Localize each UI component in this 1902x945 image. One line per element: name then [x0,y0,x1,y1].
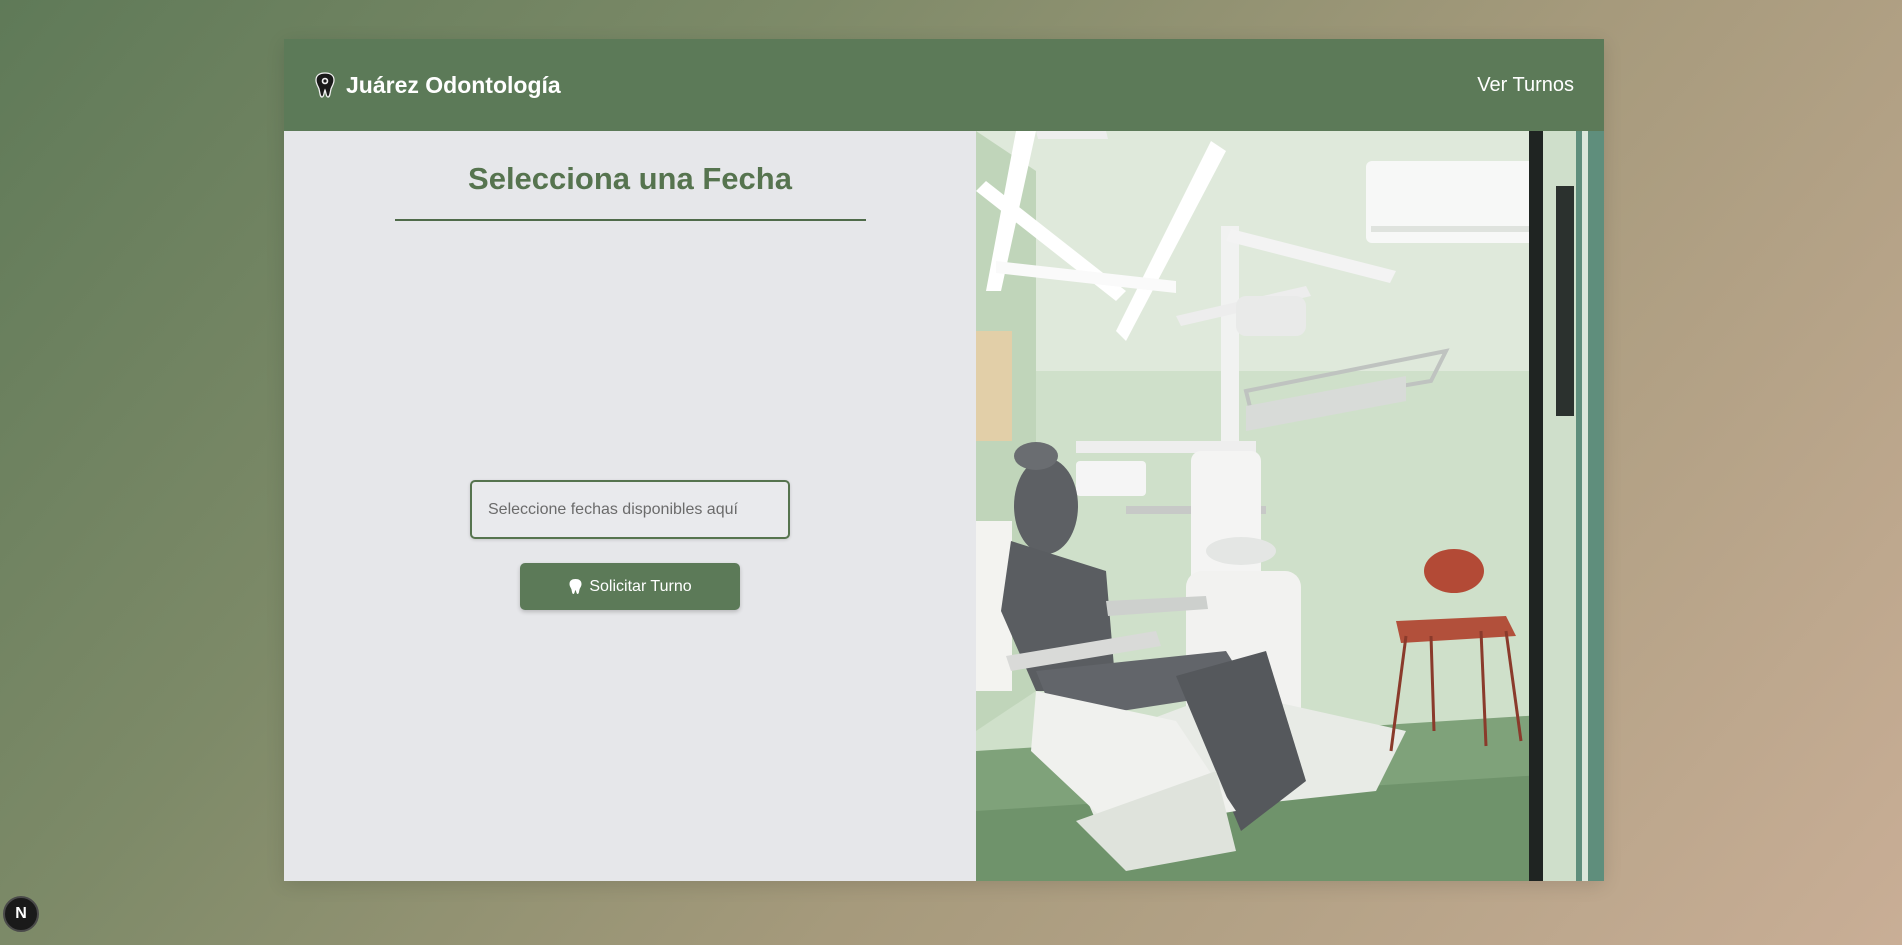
solicitar-turno-label: Solicitar Turno [589,577,692,595]
date-picker-input[interactable] [470,480,790,539]
title-divider [395,219,866,221]
brand-link[interactable]: Juárez Odontología [314,71,561,99]
page-title: Selecciona una Fecha [468,161,792,196]
app-container: Juárez Odontología Ver Turnos Selecciona… [284,39,1604,881]
clinic-photo [976,131,1604,881]
badge-letter: N [15,905,27,922]
ver-turnos-link[interactable]: Ver Turnos [1477,74,1574,97]
solicitar-turno-button[interactable]: Solicitar Turno [520,563,740,610]
navbar: Juárez Odontología Ver Turnos [284,39,1604,131]
tooth-icon [314,71,336,99]
brand-name: Juárez Odontología [346,71,561,98]
dental-clinic-photo [976,131,1604,881]
booking-panel: Selecciona una Fecha Solicitar Turno [284,131,976,881]
main-content: Selecciona una Fecha Solicitar Turno [284,131,1604,881]
tooth-icon [568,578,583,595]
nextjs-icon[interactable]: N [3,896,39,932]
